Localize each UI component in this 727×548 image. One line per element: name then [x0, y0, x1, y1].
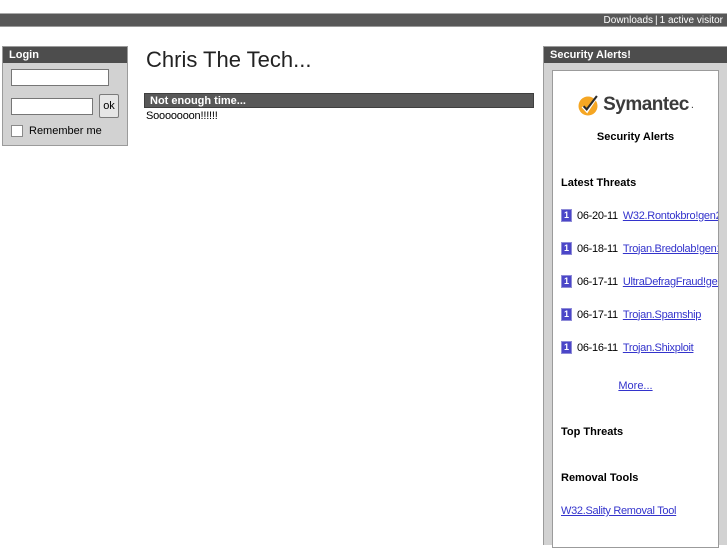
threat-date: 06-20-11 [577, 209, 618, 222]
main-content: Chris The Tech... Not enough time... Soo… [144, 46, 534, 122]
post-body: Sooooooon!!!!!! [146, 110, 218, 122]
threat-row: 1 06-20-11 W32.Rontokbro!gen2 [560, 209, 718, 222]
login-panel-body: ok Remember me [3, 63, 127, 145]
threat-severity-badge: 1 [561, 209, 572, 222]
threat-severity-badge: 1 [561, 308, 572, 321]
threat-date: 06-17-11 [577, 308, 618, 321]
threat-date: 06-16-11 [577, 341, 618, 354]
symantec-logo-row: Symantec . [577, 93, 694, 117]
threat-date: 06-18-11 [577, 242, 618, 255]
threat-severity-badge: 1 [561, 275, 572, 288]
threat-link[interactable]: UltraDefragFraud!gen2 [623, 276, 718, 288]
username-input[interactable] [11, 69, 109, 86]
remember-me-checkbox[interactable] [11, 125, 23, 137]
removal-tools-heading: Removal Tools [561, 472, 639, 484]
remember-me-row[interactable]: Remember me [11, 125, 119, 137]
threat-severity-badge: 1 [561, 341, 572, 354]
symantec-wordmark: Symantec [603, 94, 689, 115]
symantec-widget: Symantec . Security Alerts Latest Threat… [552, 70, 719, 548]
login-panel: Login ok Remember me [2, 46, 128, 146]
symantec-checkmark-icon [577, 93, 601, 117]
threat-severity-badge: 1 [561, 242, 572, 255]
threat-link[interactable]: W32.Rontokbro!gen2 [623, 210, 718, 222]
top-utility-bar-links: Downloads | 1 active visitor [604, 15, 723, 26]
latest-threats-heading: Latest Threats [561, 177, 637, 189]
post-heading: Not enough time... [144, 93, 534, 108]
active-visitors-count: 1 active visitor [659, 15, 723, 26]
topbar-separator: | [655, 15, 658, 26]
site-title: Chris The Tech... [146, 47, 312, 72]
symantec-logo-block: Symantec . Security Alerts [560, 71, 711, 143]
removal-tool-row: W32.Sality Removal Tool [560, 505, 711, 517]
more-link[interactable]: More... [618, 380, 652, 392]
threat-row: 1 06-18-11 Trojan.Bredolab!gen13 [560, 242, 718, 255]
threat-date: 06-17-11 [577, 275, 618, 288]
login-panel-title: Login [3, 47, 127, 63]
remember-me-label: Remember me [29, 125, 102, 137]
threat-row: 1 06-16-11 Trojan.Shixploit [560, 341, 711, 354]
sidebar-title: Security Alerts! [544, 47, 727, 63]
password-input[interactable] [11, 97, 93, 115]
downloads-link[interactable]: Downloads [604, 15, 653, 26]
top-utility-bar: Downloads | 1 active visitor [0, 13, 727, 27]
more-threats-wrap: More... [560, 380, 711, 392]
symantec-trademark: . [690, 99, 694, 111]
removal-tool-link[interactable]: W32.Sality Removal Tool [561, 505, 676, 517]
threat-link[interactable]: Trojan.Bredolab!gen13 [623, 243, 718, 255]
password-row: ok [11, 94, 119, 118]
top-threats-heading: Top Threats [561, 426, 624, 438]
ok-button[interactable]: ok [99, 94, 119, 118]
security-alerts-sidebar: Security Alerts! Symantec . Security Ale… [543, 46, 727, 548]
symantec-subtitle: Security Alerts [596, 131, 675, 143]
threat-row: 1 06-17-11 UltraDefragFraud!gen2 [560, 275, 718, 288]
threat-link[interactable]: Trojan.Shixploit [623, 342, 694, 354]
threat-link[interactable]: Trojan.Spamship [623, 309, 702, 321]
threat-row: 1 06-17-11 Trojan.Spamship [560, 308, 711, 321]
